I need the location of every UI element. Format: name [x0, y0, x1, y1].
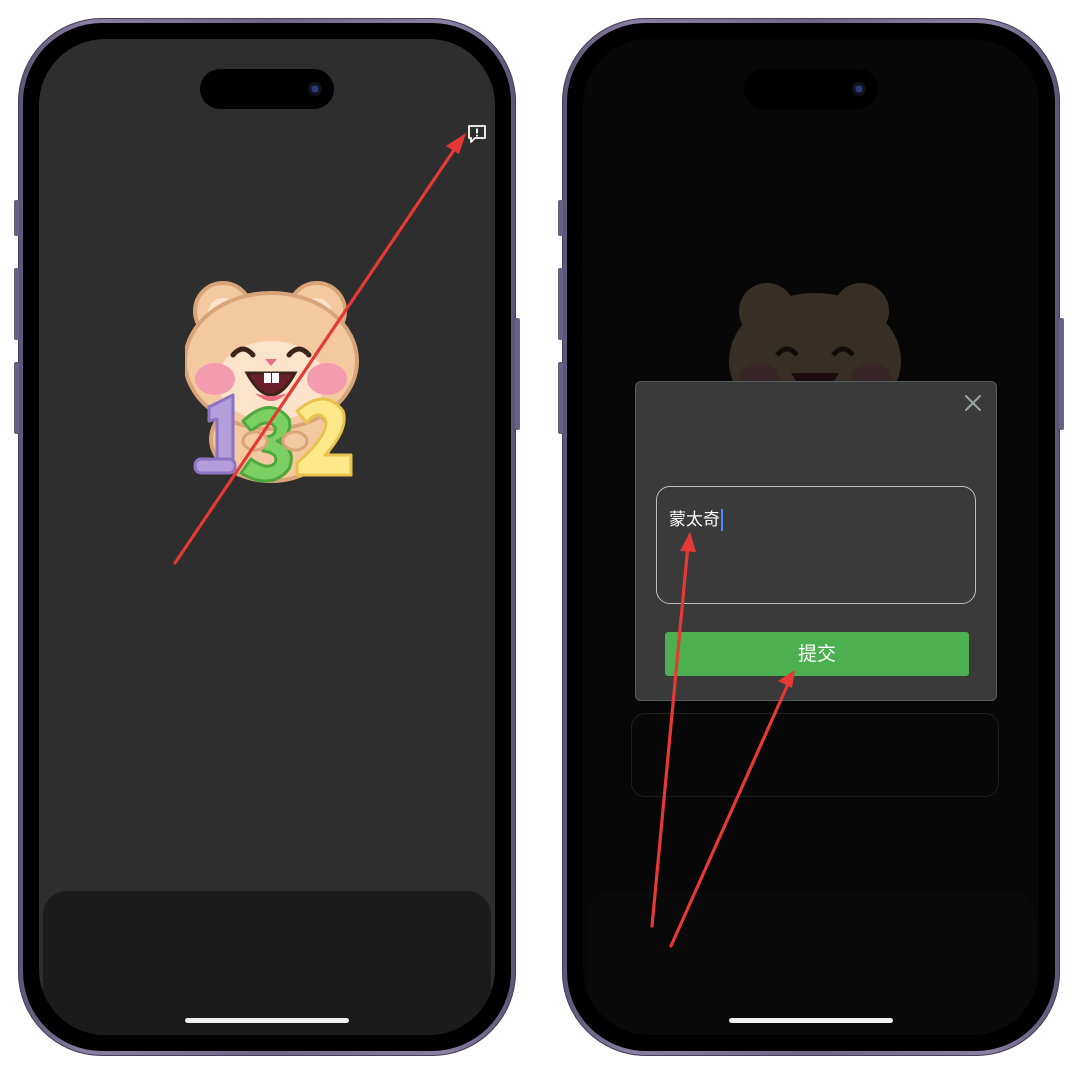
home-indicator[interactable] [185, 1018, 349, 1023]
power-button [1059, 318, 1064, 430]
volume-down-button [558, 362, 563, 434]
bottom-panel [587, 891, 1035, 1035]
home-indicator[interactable] [729, 1018, 893, 1023]
hamster-sticker-icon [185, 281, 359, 483]
bezel: 蒙太奇 提交 [567, 23, 1055, 1051]
underlay-card [631, 713, 999, 797]
volume-up-button [558, 268, 563, 340]
report-feedback-icon[interactable] [467, 124, 487, 144]
volume-up-button [14, 268, 19, 340]
feedback-input[interactable]: 蒙太奇 [656, 486, 976, 604]
submit-button[interactable]: 提交 [665, 632, 969, 676]
power-button [515, 318, 520, 430]
phone-right: 蒙太奇 提交 [558, 18, 1064, 1056]
action-button [14, 200, 19, 236]
feedback-dialog: 蒙太奇 提交 [635, 381, 997, 701]
front-camera [308, 82, 322, 96]
screen-right: 蒙太奇 提交 [583, 39, 1039, 1035]
close-icon[interactable] [962, 392, 984, 414]
dynamic-island [744, 69, 878, 109]
bezel [23, 23, 511, 1051]
volume-down-button [14, 362, 19, 434]
feedback-input-value: 蒙太奇 [669, 510, 720, 530]
screen-left [39, 39, 495, 1035]
front-camera [852, 82, 866, 96]
action-button [558, 200, 563, 236]
bottom-panel [43, 891, 491, 1035]
phone-left [14, 18, 520, 1056]
dynamic-island [200, 69, 334, 109]
text-caret [721, 509, 723, 531]
